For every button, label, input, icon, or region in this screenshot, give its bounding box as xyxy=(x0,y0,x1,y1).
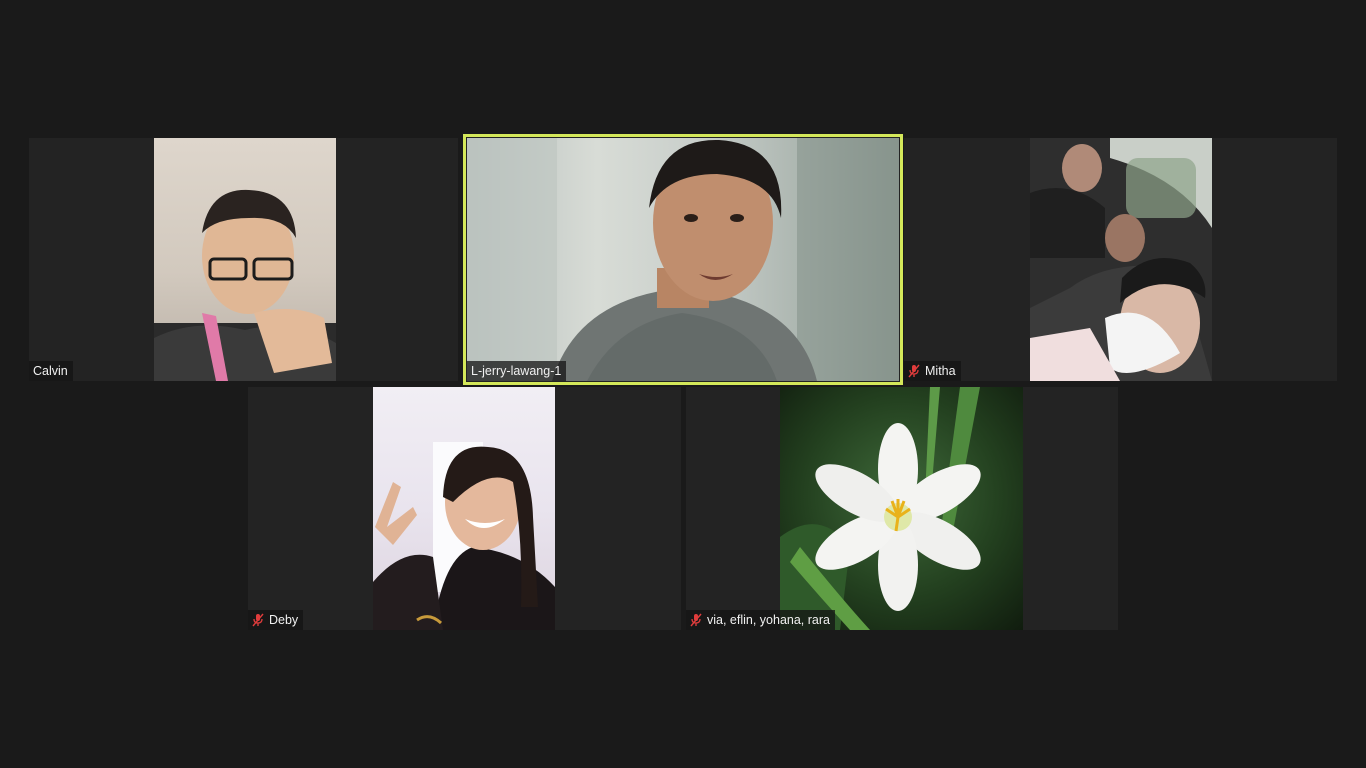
participant-nameplate: via, eflin, yohana, rara xyxy=(686,610,835,630)
participant-name: Calvin xyxy=(33,364,68,378)
video-tile-calvin[interactable]: Calvin xyxy=(29,138,458,381)
participant-video xyxy=(154,138,336,381)
participant-video xyxy=(373,387,555,630)
participant-video xyxy=(1030,138,1212,381)
microphone-muted-icon xyxy=(908,364,920,378)
participant-video xyxy=(467,138,899,381)
participant-video xyxy=(780,387,1023,630)
participant-name: Deby xyxy=(269,613,299,627)
microphone-muted-icon xyxy=(690,613,702,627)
video-tile-deby[interactable]: Deby xyxy=(248,387,681,630)
participant-nameplate: Calvin xyxy=(29,361,73,381)
microphone-muted-icon xyxy=(252,613,264,627)
participant-nameplate: Deby xyxy=(248,610,304,630)
participant-name: L-jerry-lawang-1 xyxy=(471,364,562,378)
participant-name: Mitha xyxy=(925,364,956,378)
video-tile-mitha[interactable]: Mitha xyxy=(904,138,1337,381)
video-tile-via-eflin-yohana-rara[interactable]: via, eflin, yohana, rara xyxy=(686,387,1118,630)
participant-name: via, eflin, yohana, rara xyxy=(707,613,830,627)
participant-nameplate: L-jerry-lawang-1 xyxy=(467,361,567,381)
video-tile-jerry[interactable]: L-jerry-lawang-1 xyxy=(463,134,903,385)
participant-nameplate: Mitha xyxy=(904,361,961,381)
